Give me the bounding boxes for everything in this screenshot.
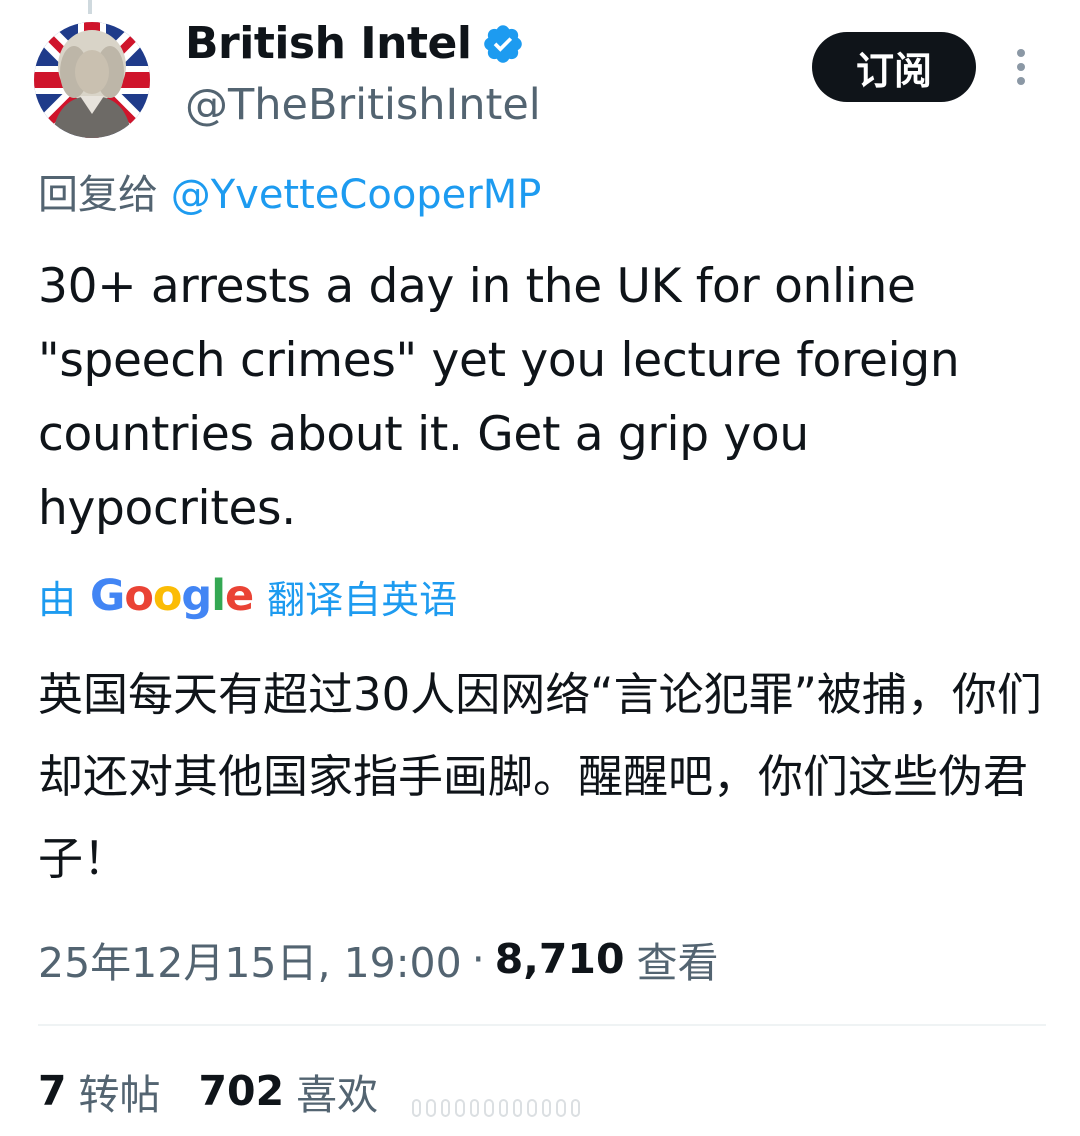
reply-mention-link[interactable]: @YvetteCooperMP: [171, 172, 542, 218]
translated-text: 英国每天有超过30人因网络“言论犯罪”被捕，你们却还对其他国家指手画脚。醒醒吧，…: [38, 668, 1042, 885]
subscribe-button[interactable]: 订阅: [812, 32, 976, 102]
engagement-stats: 7 转帖 702 喜欢: [38, 1060, 416, 1122]
more-options-icon[interactable]: [1006, 45, 1036, 89]
meta-separator: ·: [471, 935, 485, 983]
author-display-name[interactable]: British Intel: [185, 14, 472, 74]
tweet-detail: British Intel @TheBritishIntel 订阅 回复给 @Y…: [0, 0, 1080, 1136]
divider: [38, 1024, 1046, 1026]
views-label: 查看: [636, 939, 719, 987]
profile-avatar[interactable]: [34, 22, 150, 138]
translation-attribution[interactable]: 由 Google 翻译自英语: [38, 566, 457, 626]
translation-prefix: 由: [38, 577, 77, 622]
translation-suffix: 翻译自英语: [267, 577, 458, 622]
more-dot: [1017, 49, 1025, 57]
reposts-label[interactable]: 转帖: [79, 1061, 161, 1121]
views-count: 8,710: [494, 935, 625, 983]
tweet-text: 30+ arrests a day in the UK for online "…: [38, 259, 960, 536]
reply-prefix: 回复给: [38, 172, 158, 218]
author-handle[interactable]: @TheBritishIntel: [185, 76, 541, 134]
more-dot: [1017, 77, 1025, 85]
avatar-image: [34, 22, 150, 138]
more-dot: [1017, 63, 1025, 71]
tweet-timestamp[interactable]: 25年12月15日, 19:00: [38, 929, 462, 989]
tweet-meta: 25年12月15日, 19:00 · 8,710 查看: [38, 928, 718, 990]
watermark: [412, 1098, 581, 1118]
google-logo: Google: [90, 571, 254, 621]
reply-context: 回复给 @YvetteCooperMP: [38, 166, 541, 224]
thread-connector-line: [88, 0, 92, 14]
reposts-count[interactable]: 7: [38, 1067, 67, 1115]
likes-count[interactable]: 702: [199, 1067, 285, 1115]
likes-label[interactable]: 喜欢: [296, 1061, 378, 1121]
verified-badge-icon: [484, 25, 523, 63]
author-name[interactable]: British Intel: [185, 14, 525, 74]
